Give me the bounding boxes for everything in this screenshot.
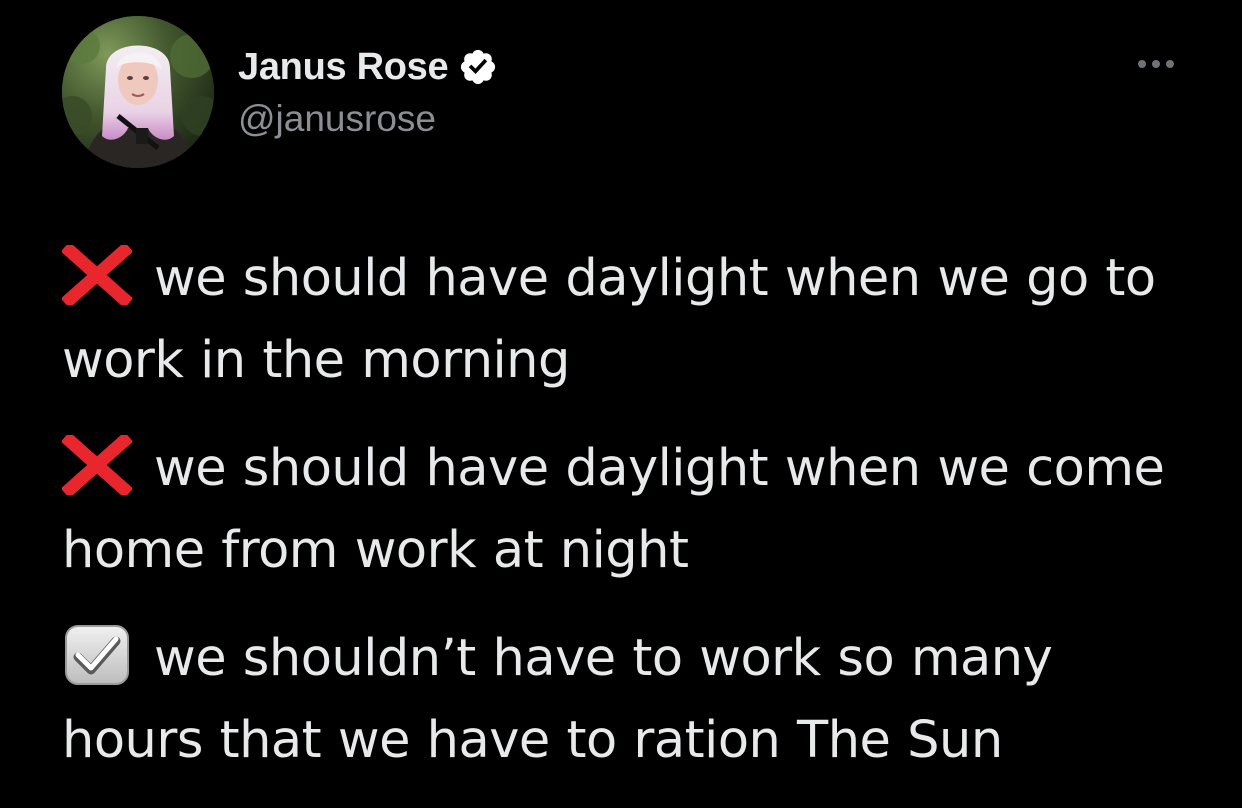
tweet-line-2: we should have daylight when we come hom… bbox=[62, 439, 1165, 580]
avatar-image bbox=[62, 16, 214, 168]
avatar[interactable] bbox=[62, 16, 214, 168]
check-box-emoji-icon bbox=[62, 625, 132, 685]
tweet-paragraph: we should have daylight when we come hom… bbox=[62, 428, 1202, 592]
more-horizontal-icon bbox=[1166, 60, 1174, 68]
more-horizontal-icon bbox=[1152, 60, 1160, 68]
tweet-paragraph: we should have daylight when we go to wo… bbox=[62, 238, 1202, 402]
tweet-line-3: we shouldn’t have to work so many hours … bbox=[62, 629, 1053, 770]
more-horizontal-icon bbox=[1138, 60, 1146, 68]
more-options-button[interactable] bbox=[1130, 52, 1182, 76]
cross-mark-emoji-icon bbox=[62, 245, 132, 305]
verified-badge-icon bbox=[461, 49, 496, 85]
tweet-card: Janus Rose @janusrose we should have day… bbox=[0, 0, 1242, 796]
tweet-paragraph: we shouldn’t have to work so many hours … bbox=[62, 618, 1202, 782]
author-name-row[interactable]: Janus Rose bbox=[238, 42, 498, 92]
display-name[interactable]: Janus Rose bbox=[238, 46, 449, 89]
user-handle[interactable]: @janusrose bbox=[238, 98, 436, 140]
tweet-line-1: we should have daylight when we go to wo… bbox=[62, 249, 1156, 390]
tweet-text: we should have daylight when we go to wo… bbox=[62, 238, 1202, 808]
cross-mark-emoji-icon bbox=[62, 435, 132, 495]
